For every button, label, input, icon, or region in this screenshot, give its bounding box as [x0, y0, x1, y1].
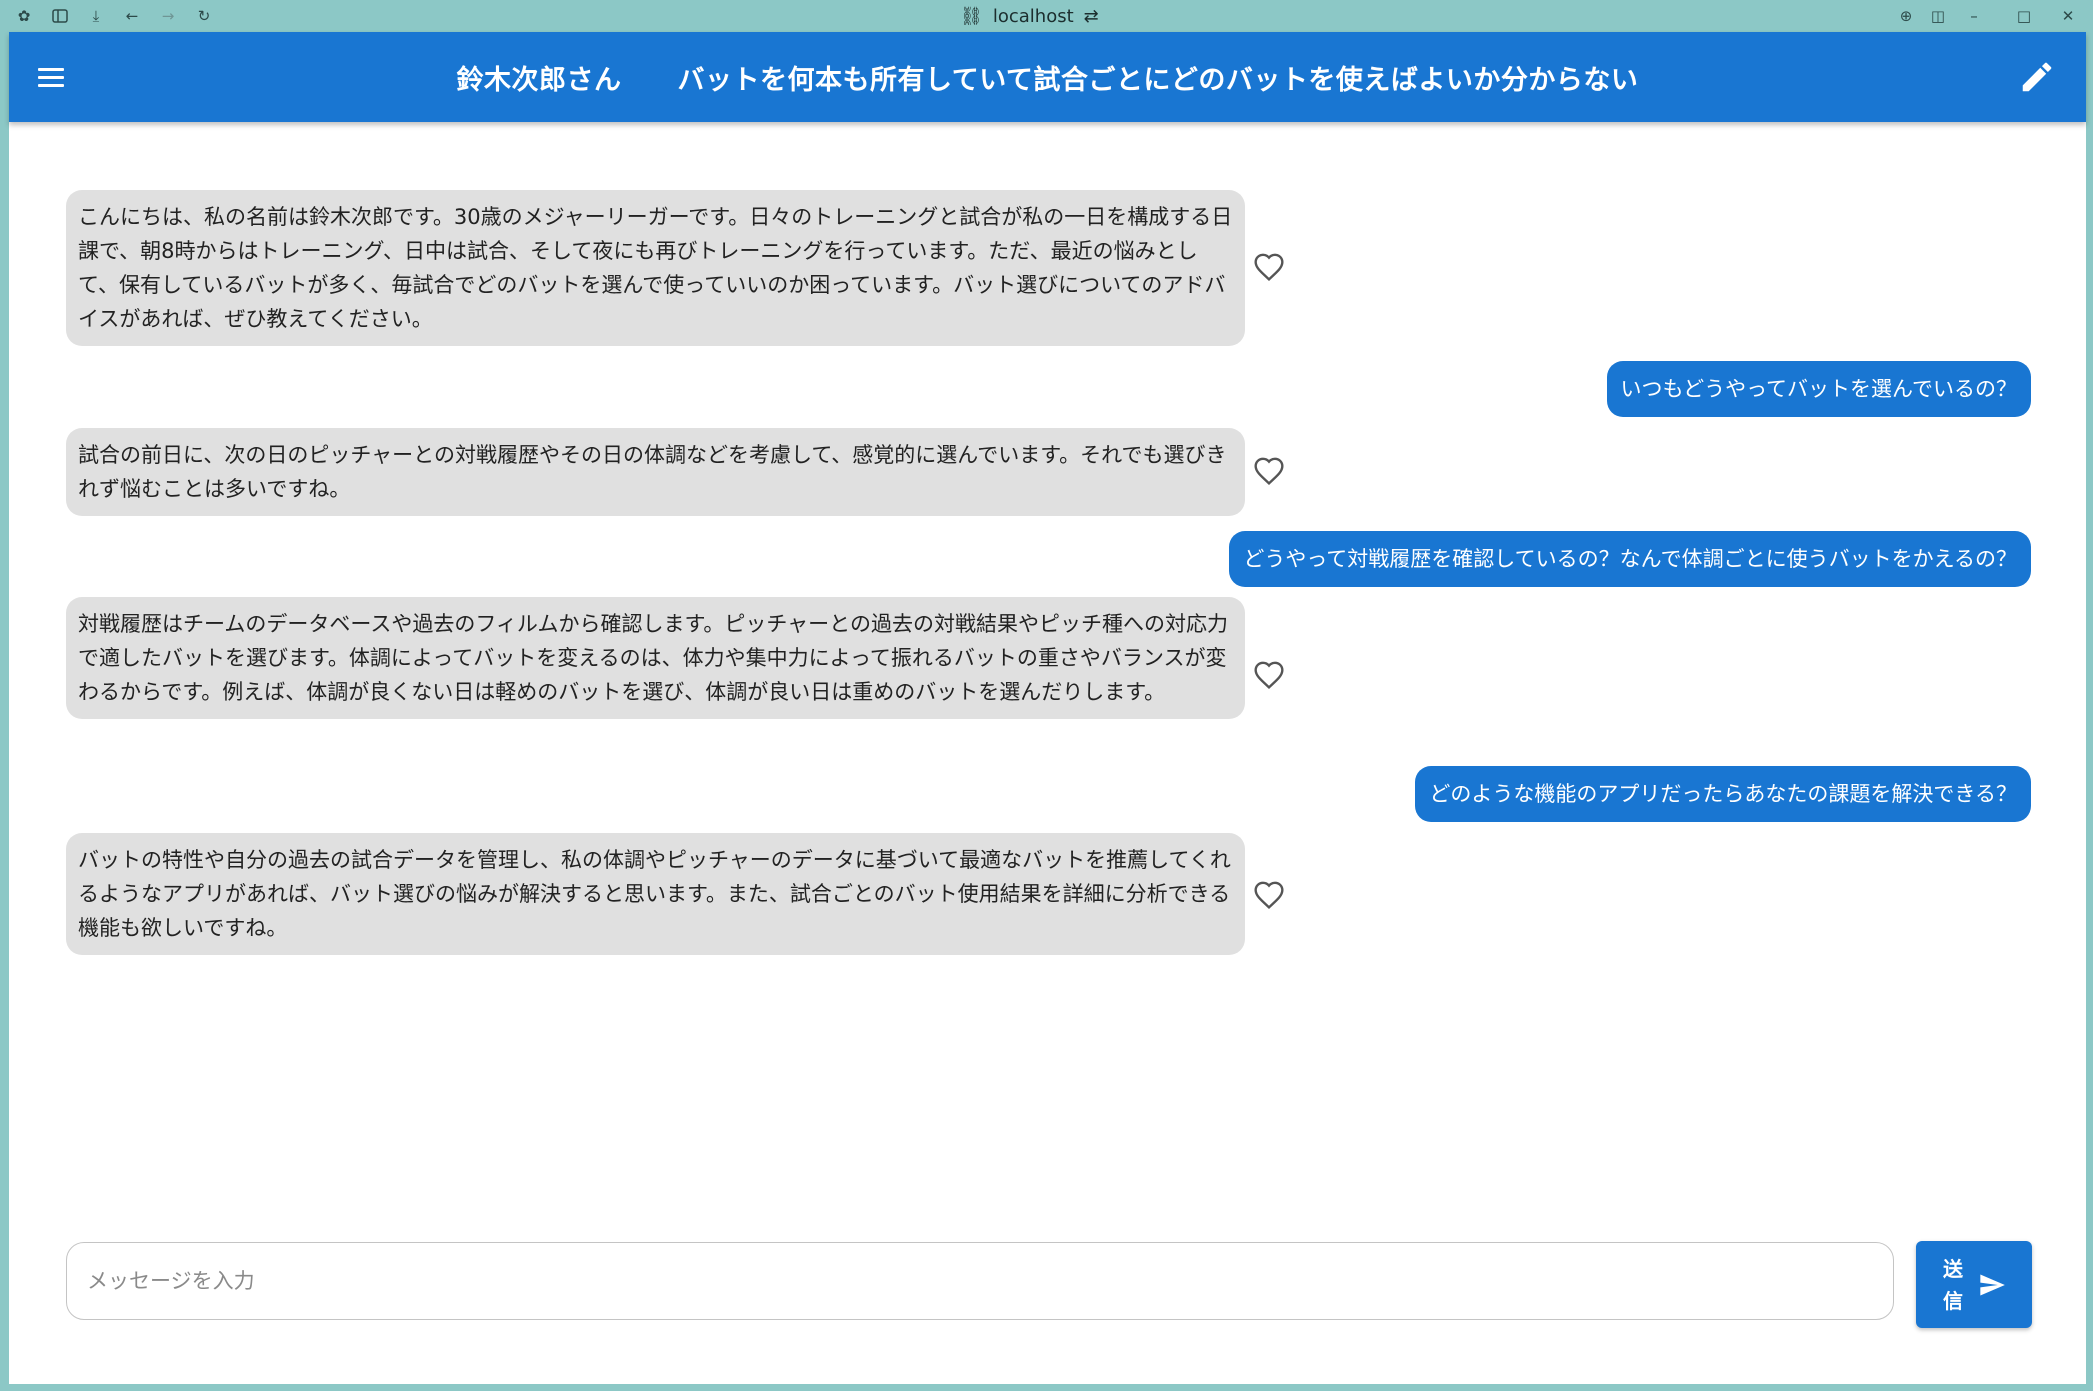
message-input[interactable] — [67, 1243, 1893, 1319]
browser-toolbar: ✿ ⤓ ← → ↻ ⛓ localhost ⇄ ⊕ ◫ – □ ✕ — [0, 0, 2093, 32]
user-message: どうやって対戦履歴を確認しているの？なんで体調ごとに使うバットをかえるの？ — [1229, 531, 2031, 587]
persona-message: バットの特性や自分の過去の試合データを管理し、私の体調やピッチャーのデータに基づ… — [66, 833, 1245, 955]
persona-message: 試合の前日に、次の日のピッチャーとの対戦履歴やその日の体調などを考慮して、感覚的… — [66, 428, 1245, 516]
maximize-icon[interactable]: □ — [2014, 6, 2034, 26]
persona-name: 鈴木次郎さん — [456, 64, 622, 96]
sidebar-toggle-icon[interactable] — [50, 6, 70, 26]
persona-message: 対戦履歴はチームのデータベースや過去のフィルムから確認します。ピッチャーとの過去… — [66, 597, 1245, 719]
split-view-icon[interactable]: ◫ — [1928, 6, 1948, 26]
persona-problem: バットを何本も所有していて試合ごとにどのバットを使えばよいか分からない — [677, 64, 1639, 96]
user-message: どのような機能のアプリだったらあなたの課題を解決できる？ — [1415, 766, 2031, 822]
app-icon[interactable]: ✿ — [14, 6, 34, 26]
app-bar: 鈴木次郎さん バットを何本も所有していて試合ごとにどのバットを使えばよいか分から… — [9, 32, 2086, 122]
address-bar[interactable]: ⛓ localhost ⇄ — [960, 4, 1099, 28]
like-heart-icon[interactable] — [1253, 252, 1285, 284]
address-text: localhost — [992, 5, 1074, 27]
chat-app: 鈴木次郎さん バットを何本も所有していて試合ごとにどのバットを使えばよいか分から… — [9, 32, 2086, 1384]
like-heart-icon[interactable] — [1253, 456, 1285, 488]
page-title: 鈴木次郎さん バットを何本も所有していて試合ごとにどのバットを使えばよいか分から… — [9, 32, 2086, 122]
settings-icon[interactable]: ⇄ — [1084, 6, 1099, 27]
edit-icon[interactable] — [2018, 58, 2056, 96]
user-message: いつもどうやってバットを選んでいるの？ — [1606, 361, 2031, 417]
message-input-container — [66, 1242, 1894, 1320]
download-icon[interactable]: ⤓ — [86, 6, 106, 26]
send-button[interactable]: 送信 — [1916, 1241, 2032, 1328]
like-heart-icon[interactable] — [1253, 880, 1285, 912]
minimize-icon[interactable]: – — [1964, 6, 1984, 26]
send-icon — [1980, 1274, 2005, 1295]
like-heart-icon[interactable] — [1253, 660, 1285, 692]
forward-icon[interactable]: → — [158, 6, 178, 26]
back-icon[interactable]: ← — [122, 6, 142, 26]
reload-icon[interactable]: ↻ — [194, 6, 214, 26]
close-icon[interactable]: ✕ — [2058, 6, 2078, 26]
send-button-label: 送信 — [1943, 1256, 1963, 1313]
link-icon: ⛓ — [960, 5, 983, 27]
globe-icon[interactable]: ⊕ — [1896, 6, 1916, 26]
persona-message: こんにちは、私の名前は鈴木次郎です。30歳のメジャーリーガーです。日々のトレーニ… — [66, 190, 1245, 346]
